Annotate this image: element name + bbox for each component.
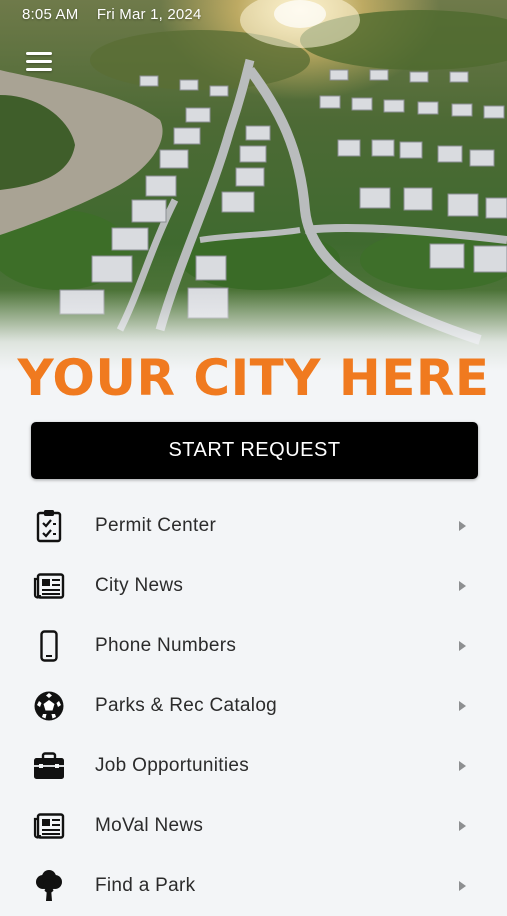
menu-item-label: Parks & Rec Catalog [95, 695, 278, 716]
chevron-right-icon [459, 581, 466, 591]
chevron-right-icon [459, 761, 466, 771]
chevron-right-icon [459, 701, 466, 711]
soccer-ball-icon [31, 688, 67, 724]
briefcase-icon [31, 748, 67, 784]
chevron-right-icon [459, 521, 466, 531]
chevron-right-icon [459, 821, 466, 831]
status-time: 8:05 AM [22, 6, 79, 23]
chevron-right-icon [459, 641, 466, 651]
newspaper-icon [31, 808, 67, 844]
tree-icon [31, 868, 67, 904]
menu-item-city-news[interactable]: City News [0, 556, 507, 616]
smartphone-icon [31, 628, 67, 664]
menu-item-label: Find a Park [95, 875, 196, 896]
chevron-right-icon [459, 881, 466, 891]
menu-item-label: Job Opportunities [95, 755, 250, 776]
menu-item-phone-numbers[interactable]: Phone Numbers [0, 616, 507, 676]
menu-item-job-opportunities[interactable]: Job Opportunities [0, 736, 507, 796]
menu-item-label: Phone Numbers [95, 635, 237, 656]
menu-item-moval-news[interactable]: MoVal News [0, 796, 507, 856]
hamburger-menu-icon[interactable] [26, 52, 54, 72]
menu-item-permit-center[interactable]: Permit Center [0, 496, 507, 556]
newspaper-icon [31, 568, 67, 604]
menu-item-label: City News [95, 575, 184, 596]
menu-item-label: MoVal News [95, 815, 204, 836]
start-request-button[interactable]: START REQUEST [31, 422, 478, 479]
clipboard-check-icon [31, 508, 67, 544]
main-menu-list: Permit Center City News Phone Numbers Pa… [0, 496, 507, 916]
status-bar: 8:05 AM Fri Mar 1, 2024 [22, 6, 202, 23]
status-date: Fri Mar 1, 2024 [96, 6, 202, 23]
menu-item-find-a-park[interactable]: Find a Park [0, 856, 507, 916]
city-title: YOUR CITY HERE [17, 349, 490, 407]
menu-item-label: Permit Center [95, 515, 217, 536]
menu-item-parks-rec-catalog[interactable]: Parks & Rec Catalog [0, 676, 507, 736]
